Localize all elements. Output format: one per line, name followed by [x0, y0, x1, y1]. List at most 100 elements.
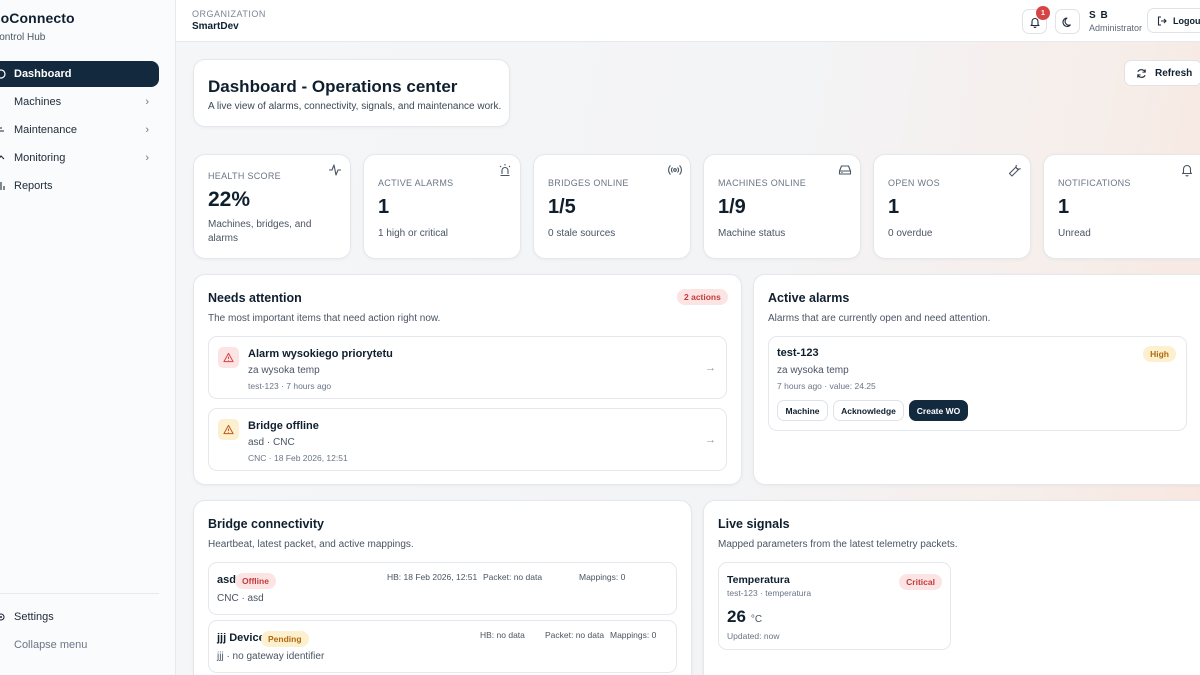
stat-card-bridges-online[interactable]: BRIDGES ONLINE 1/5 0 stale sources: [533, 154, 691, 259]
alert-triangle-icon: [218, 347, 239, 368]
create-wo-button[interactable]: Create WO: [909, 400, 968, 421]
sidebar-item-label: Monitoring: [14, 152, 66, 164]
attention-item-meta: CNC · 18 Feb 2026, 12:51: [248, 453, 348, 463]
sidebar-item-settings[interactable]: Settings: [0, 604, 159, 630]
attention-item-title: Bridge offline: [248, 420, 319, 432]
stat-card-open-wos[interactable]: OPEN WOS 1 0 overdue: [873, 154, 1031, 259]
sidebar-item-maintenance[interactable]: Maintenance ›: [0, 117, 159, 143]
logout-button[interactable]: Logout: [1147, 8, 1200, 33]
refresh-icon: [1137, 68, 1146, 78]
panel-subtitle: Alarms that are currently open and need …: [768, 313, 991, 324]
needs-attention-panel: Needs attention The most important items…: [193, 274, 742, 485]
user-initials[interactable]: S B: [1089, 10, 1109, 21]
page-header-card: Dashboard - Operations center A live vie…: [193, 59, 510, 127]
bridge-row[interactable]: jjj Device Pending jjj · no gateway iden…: [208, 620, 677, 673]
sidebar-item-label: Reports: [14, 180, 53, 192]
chevron-right-icon: ›: [145, 124, 149, 136]
signal-status-badge: Critical: [899, 574, 942, 590]
alarm-card: test-123 High za wysoka temp 7 hours ago…: [768, 336, 1187, 431]
alarm-meta: 7 hours ago · value: 24.25: [777, 381, 876, 391]
brand-name: goConnecto: [0, 10, 75, 26]
sidebar-item-label: Maintenance: [14, 124, 77, 136]
siren-icon: [499, 164, 511, 177]
logout-label: Logout: [1173, 15, 1200, 26]
bridge-mappings: Mappings: 0: [579, 572, 626, 582]
sidebar-item-machines[interactable]: Machines ›: [0, 89, 159, 115]
stat-card-health-score[interactable]: HEALTH SCORE 22% Machines, bridges, and …: [193, 154, 351, 259]
attention-item-subtitle: za wysoka temp: [248, 365, 320, 376]
sidebar-item-label: Settings: [14, 611, 54, 623]
attention-item[interactable]: Bridge offline asd · CNC CNC · 18 Feb 20…: [208, 408, 727, 471]
panel-title: Active alarms: [768, 291, 850, 305]
actions-count-badge: 2 actions: [677, 289, 728, 305]
panel-subtitle: Heartbeat, latest packet, and active map…: [208, 539, 414, 550]
stat-card-notifications[interactable]: NOTIFICATIONS 1 Unread: [1043, 154, 1200, 259]
stat-label: NOTIFICATIONS: [1058, 178, 1131, 188]
chevron-left-icon: ‹: [0, 637, 6, 647]
maintenance-icon: [0, 127, 4, 132]
sidebar-item-label: Machines: [14, 96, 62, 108]
stat-description: 0 stale sources: [548, 228, 616, 239]
logout-icon: [1157, 15, 1167, 26]
bridge-packet: Packet: no data: [545, 630, 605, 640]
bridge-status-badge: Pending: [261, 631, 309, 647]
notification-count-badge: 1: [1036, 6, 1050, 20]
topbar: ORGANIZATION SmartDev 1 S B Administrato…: [176, 0, 1200, 42]
bridge-subtitle: jjj · no gateway identifier: [217, 651, 325, 662]
attention-item[interactable]: Alarm wysokiego priorytetu za wysoka tem…: [208, 336, 727, 399]
sidebar-footer: Settings ‹ Collapse menu: [0, 593, 159, 660]
sidebar-item-monitoring[interactable]: Monitoring ›: [0, 145, 159, 171]
chevron-right-icon: ›: [145, 152, 149, 164]
organization-label: ORGANIZATION: [192, 9, 266, 19]
refresh-button[interactable]: Refresh: [1124, 60, 1200, 86]
stat-value: 1: [888, 196, 900, 218]
stat-value: 22%: [208, 188, 251, 211]
theme-toggle-button[interactable]: [1055, 9, 1080, 34]
sidebar-item-reports[interactable]: Reports: [0, 173, 159, 199]
stat-description: 1 high or critical: [378, 228, 449, 239]
bridge-name: asd: [217, 574, 236, 586]
signal-name: Temperatura: [727, 574, 790, 586]
stat-card-machines-online[interactable]: MACHINES ONLINE 1/9 Machine status: [703, 154, 861, 259]
attention-item-subtitle: asd · CNC: [248, 437, 295, 448]
notifications-button[interactable]: 1: [1022, 6, 1050, 34]
panel-title: Needs attention: [208, 291, 302, 305]
alarm-name: test-123: [777, 347, 819, 359]
bridge-subtitle: CNC · asd: [217, 593, 264, 604]
stat-card-active-alarms[interactable]: ACTIVE ALARMS 1 1 high or critical: [363, 154, 521, 259]
collapse-menu-label: Collapse menu: [14, 639, 88, 651]
bridge-name: jjj Device: [217, 632, 265, 644]
monitoring-icon: [0, 155, 5, 160]
sidebar: goConnecto Control Hub Dashboard Machine…: [0, 0, 176, 675]
active-alarms-panel: Active alarms Alarms that are currently …: [753, 274, 1200, 485]
bridge-packet: Packet: no data: [483, 572, 543, 582]
sidebar-item-dashboard[interactable]: Dashboard: [0, 61, 159, 87]
stat-value: 1/9: [718, 196, 746, 218]
organization-name[interactable]: SmartDev: [192, 21, 239, 32]
moon-icon: [1061, 16, 1071, 27]
sidebar-item-label: Dashboard: [14, 68, 72, 80]
stat-label: BRIDGES ONLINE: [548, 178, 629, 188]
bridge-mappings: Mappings: 0: [610, 630, 657, 640]
brand: goConnecto Control Hub: [0, 10, 75, 43]
stat-label: HEALTH SCORE: [208, 171, 281, 181]
gear-icon: [0, 613, 5, 621]
bridge-status-badge: Offline: [235, 573, 276, 589]
severity-badge: High: [1143, 346, 1176, 362]
stat-value: 1/5: [548, 196, 576, 218]
activity-icon: [329, 164, 341, 176]
panel-title: Bridge connectivity: [208, 517, 324, 531]
signal-updated: Updated: now: [727, 631, 780, 641]
collapse-menu-button[interactable]: ‹ Collapse menu: [0, 632, 159, 658]
bridge-row[interactable]: asd Offline CNC · asd HB: 18 Feb 2026, 1…: [208, 562, 677, 615]
stat-description: Unread: [1058, 228, 1091, 239]
attention-item-meta: test-123 · 7 hours ago: [248, 381, 332, 391]
machine-button[interactable]: Machine: [777, 400, 828, 421]
signal-card[interactable]: Temperatura test-123 · temperatura Criti…: [718, 562, 951, 650]
stat-value: 1: [1058, 196, 1070, 218]
main-content: Dashboard - Operations center A live vie…: [176, 42, 1200, 675]
panel-subtitle: The most important items that need actio…: [208, 313, 441, 324]
panel-title: Live signals: [718, 517, 790, 531]
acknowledge-button[interactable]: Acknowledge: [833, 400, 904, 421]
dashboard-icon: [0, 69, 6, 79]
